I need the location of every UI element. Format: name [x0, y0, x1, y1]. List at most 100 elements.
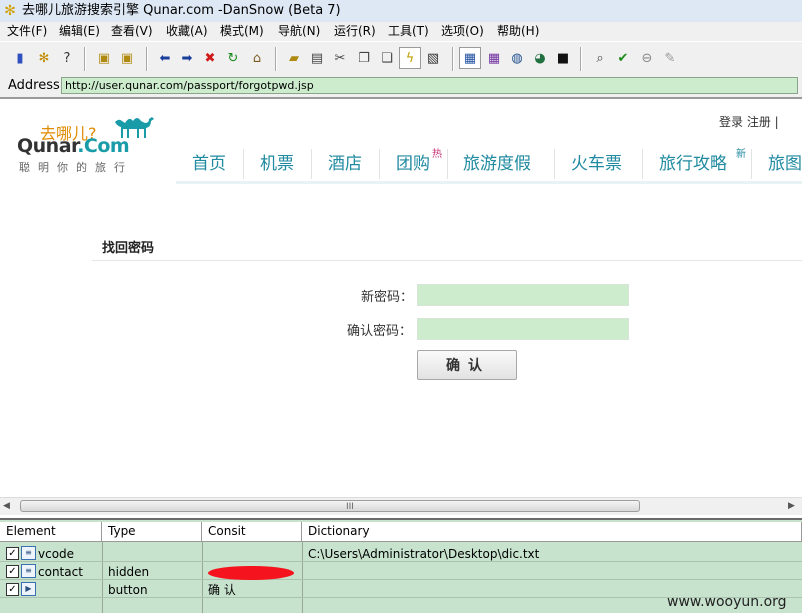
- toolbar-separator: [275, 47, 277, 71]
- new-password-label: 新密码：: [361, 290, 414, 305]
- title-bar: ✻ 去哪儿旅游搜索引擎 Qunar.com -DanSnow (Beta 7): [0, 0, 802, 23]
- back-arrow-icon[interactable]: ⬅: [156, 50, 174, 68]
- window-title: 去哪儿旅游搜索引擎 Qunar.com -DanSnow (Beta 7): [22, 3, 341, 18]
- menu-edit[interactable]: 编辑(E): [59, 24, 100, 39]
- browser-page: 去哪儿? Qunar.Com 聪明你的旅行 登录 注册 | 首页 机票 酒店 团…: [0, 97, 802, 499]
- horizontal-scrollbar[interactable]: ◀ III ▶: [0, 497, 802, 515]
- nav-vacation[interactable]: 旅游度假: [463, 149, 531, 174]
- menu-view[interactable]: 查看(V): [111, 24, 153, 39]
- toolbar-separator: [84, 47, 86, 71]
- gear-icon[interactable]: ✻: [35, 50, 53, 68]
- stop-icon[interactable]: ✖: [201, 50, 219, 68]
- find-icon[interactable]: ⌕: [591, 50, 609, 68]
- column-header-element[interactable]: Element: [0, 522, 102, 542]
- nav-flights[interactable]: 机票: [260, 149, 294, 174]
- page-heading: 找回密码: [102, 241, 155, 256]
- lightning-icon[interactable]: ϟ: [399, 47, 421, 69]
- scrollbar-thumb[interactable]: III: [20, 500, 640, 512]
- forward-arrow-icon[interactable]: ➡: [178, 50, 196, 68]
- print-icon[interactable]: ▤: [308, 50, 326, 68]
- column-divider: [202, 542, 203, 613]
- element-name[interactable]: vcode: [38, 547, 74, 561]
- row-divider: [0, 561, 802, 562]
- hot-badge: 热: [432, 149, 442, 160]
- menu-bar: 文件(F) 编辑(E) 查看(V) 收藏(A) 模式(M) 导航(N) 运行(R…: [0, 22, 802, 41]
- logo-slogan: 聪明你的旅行: [19, 161, 133, 174]
- address-input[interactable]: [61, 77, 798, 94]
- paste-icon[interactable]: ❏: [378, 50, 396, 68]
- column-divider: [302, 542, 303, 613]
- disabled-edit-icon: ✎: [664, 51, 676, 66]
- nav-train-tickets[interactable]: 火车票: [571, 149, 622, 174]
- open-folder-icon[interactable]: ▰: [285, 50, 303, 68]
- copy-icon[interactable]: ❐: [355, 50, 373, 68]
- form-element-icon: ≡: [21, 564, 36, 578]
- row-checkbox[interactable]: ✓: [6, 547, 19, 560]
- nav-separator: [379, 149, 380, 179]
- element-consit: 确 认: [208, 583, 236, 597]
- menu-options[interactable]: 选项(O): [441, 24, 484, 39]
- logo-wordmark: Qunar.Com: [17, 135, 130, 157]
- toolbar-separator: [146, 47, 148, 71]
- folder-edit-icon[interactable]: ▣: [118, 50, 136, 68]
- app-icon: ✻: [4, 3, 16, 19]
- menu-run[interactable]: 运行(R): [334, 24, 376, 39]
- menu-favorites[interactable]: 收藏(A): [166, 24, 208, 39]
- confirm-button[interactable]: 确认: [417, 350, 517, 380]
- help-icon[interactable]: ?: [58, 50, 76, 68]
- menu-tools[interactable]: 工具(T): [388, 24, 429, 39]
- toolbar-separator: [452, 47, 454, 71]
- confirm-password-field[interactable]: [417, 318, 629, 340]
- disabled-stop-icon: ⊖: [641, 51, 653, 66]
- nav-travel-guide[interactable]: 旅行攻略: [659, 149, 727, 174]
- row-checkbox[interactable]: ✓: [6, 583, 19, 596]
- element-dictionary[interactable]: C:\Users\Administrator\Desktop\dic.txt: [308, 547, 539, 561]
- globe-icon[interactable]: ◍: [508, 50, 526, 68]
- nav-separator: [642, 149, 643, 179]
- scroll-right-arrow-icon[interactable]: ▶: [788, 501, 795, 511]
- monitor-icon[interactable]: ■: [554, 50, 572, 68]
- element-type: hidden: [108, 565, 150, 579]
- menu-file[interactable]: 文件(F): [7, 24, 47, 39]
- column-divider: [102, 542, 103, 613]
- new-password-field[interactable]: [417, 284, 629, 306]
- address-bar: Address: [0, 76, 802, 97]
- check-icon[interactable]: ✔: [614, 50, 632, 68]
- form-element-icon: ≡: [21, 546, 36, 560]
- watermark: www.wooyun.org: [667, 594, 787, 610]
- world-icon[interactable]: ◕: [531, 50, 549, 68]
- nav-group-buy[interactable]: 团购: [396, 149, 430, 174]
- column-header-dictionary[interactable]: Dictionary: [302, 522, 802, 542]
- cut-icon[interactable]: ✂: [331, 50, 349, 68]
- nav-travel-photos[interactable]: 旅图: [768, 149, 802, 174]
- row-checkbox[interactable]: ✓: [6, 565, 19, 578]
- color-grid-icon[interactable]: ▦: [485, 50, 503, 68]
- row-divider: [0, 579, 802, 580]
- refresh-icon[interactable]: ↻: [224, 50, 242, 68]
- home-icon[interactable]: ⌂: [248, 50, 266, 68]
- heading-divider: [92, 260, 802, 261]
- new-badge: 新: [736, 149, 746, 160]
- top-links[interactable]: 登录 注册 |: [719, 113, 779, 130]
- nav-separator: [554, 149, 555, 179]
- menu-navigate[interactable]: 导航(N): [278, 24, 320, 39]
- toolbar: ▮ ✻ ? ▣ ▣ ⬅ ➡ ✖ ↻ ⌂ ▰ ▤ ✂ ❐ ❏ ϟ ▧ ▦ ▦ ◍ …: [0, 41, 802, 77]
- menu-help[interactable]: 帮助(H): [497, 24, 539, 39]
- column-header-type[interactable]: Type: [102, 522, 202, 542]
- button-element-icon: ▶: [21, 582, 36, 596]
- scrollbar-grip: III: [346, 502, 354, 512]
- column-header-consit[interactable]: Consit: [202, 522, 302, 542]
- layout-icon[interactable]: ▦: [459, 47, 481, 69]
- logo-wordmark-b: .Com: [77, 135, 130, 157]
- nav-underline: [176, 181, 802, 184]
- menu-mode[interactable]: 模式(M): [220, 24, 264, 39]
- element-name[interactable]: contact: [38, 565, 83, 579]
- chart-icon[interactable]: ▮: [11, 50, 29, 68]
- folder-star-icon[interactable]: ▣: [95, 50, 113, 68]
- redaction-mark: [208, 566, 294, 580]
- nav-hotels[interactable]: 酒店: [328, 149, 362, 174]
- scroll-left-arrow-icon[interactable]: ◀: [3, 501, 10, 511]
- picture-icon[interactable]: ▧: [424, 50, 442, 68]
- nav-separator: [447, 149, 448, 179]
- nav-home[interactable]: 首页: [192, 149, 226, 174]
